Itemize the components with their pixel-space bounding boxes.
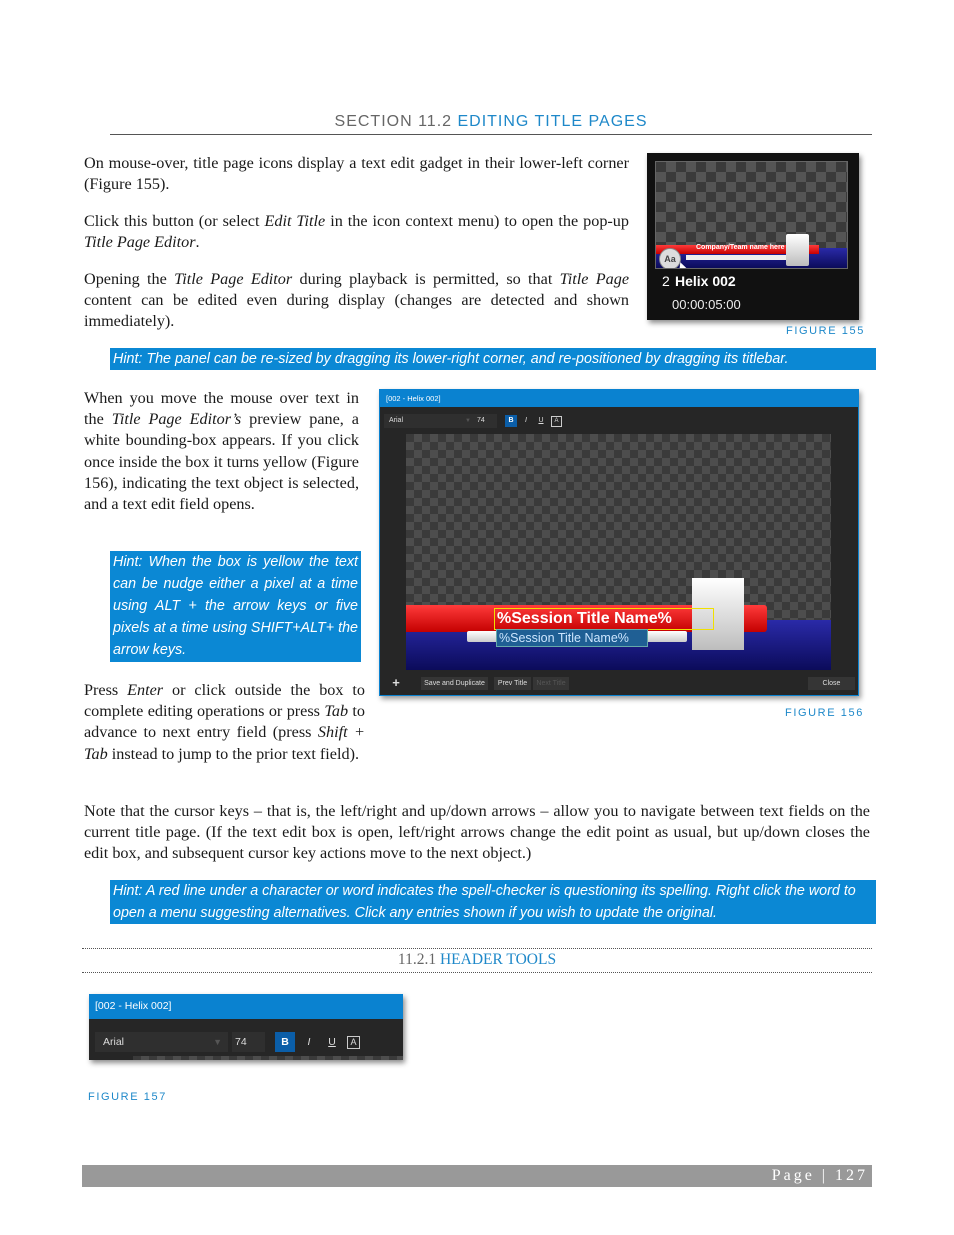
emphasis: Title Page Editor	[84, 233, 196, 252]
font-size-field[interactable]: 74	[232, 1032, 265, 1052]
underline-button[interactable]: U	[535, 415, 547, 427]
paragraph-bounding-box: When you move the mouse over text in the…	[84, 388, 359, 515]
subsection-number: 11.2.1	[397, 951, 437, 968]
hint-resize: Hint: The panel can be re-sized by dragg…	[110, 348, 876, 370]
chevron-down-icon: ▼	[213, 1037, 222, 1047]
font-value: Arial	[389, 417, 404, 424]
header-toolbar: Arial ▼ 74 B I U A	[380, 412, 858, 432]
text: .	[195, 233, 200, 252]
item-duration: 00:00:05:00	[672, 297, 741, 312]
lower-third-title: Company/Team name here	[696, 244, 785, 251]
page-footer: Page | 127	[82, 1165, 872, 1187]
window-titlebar[interactable]: [002 - Helix 002]	[380, 390, 858, 407]
font-size-field[interactable]: 74	[475, 414, 497, 428]
divider	[82, 948, 872, 949]
italic-button[interactable]: I	[299, 1032, 319, 1052]
emphasis: Title Page	[559, 270, 630, 288]
text: content can be edited even during displa…	[84, 291, 629, 331]
paragraph-playback: Opening the Title Page Editor during pla…	[84, 269, 629, 333]
hint-spell-checker: Hint: A red line under a character or wo…	[110, 880, 876, 924]
figure-157-header-tools[interactable]: [002 - Helix 002] Arial ▼ 74 B I U A	[89, 994, 403, 1060]
section-title: EDITING TITLE PAGES	[457, 113, 648, 130]
figure-156-caption: FIGURE 156	[785, 707, 864, 719]
divider	[82, 972, 872, 973]
paragraph-enter-tab: Press Enter or click outside the box to …	[84, 680, 365, 765]
emphasis: Edit Title	[264, 212, 326, 230]
text-edit-field[interactable]: %Session Title Name%	[496, 629, 648, 647]
logo-placeholder	[786, 234, 809, 266]
item-name: Helix 002	[675, 273, 736, 289]
outline-button[interactable]: A	[347, 1036, 360, 1049]
text: Press	[84, 681, 128, 699]
emphasis: Tab	[324, 702, 349, 721]
preview-pane[interactable]: %Session Title Name% %Session Title Name…	[406, 434, 831, 670]
figure-155-title-icon[interactable]: Company/Team name here Aa 2 Helix 002 00…	[647, 153, 859, 320]
section-number: SECTION 11.2	[334, 113, 453, 130]
text: Click this button (or select	[84, 212, 265, 230]
prev-title-button[interactable]: Prev Title	[494, 677, 531, 690]
paragraph-cursor-keys: Note that the cursor keys – that is, the…	[84, 802, 870, 863]
bold-button[interactable]: B	[505, 415, 517, 427]
close-button[interactable]: Close	[808, 677, 855, 690]
chevron-down-icon: ▼	[465, 418, 471, 424]
text: Opening the	[84, 270, 175, 288]
text: during playback is permitted, so that	[292, 270, 560, 288]
paragraph-text: On mouse-over, title page icons display …	[84, 154, 629, 194]
emphasis: Enter	[127, 681, 164, 699]
subsection-title: HEADER TOOLS	[439, 951, 557, 968]
italic-button[interactable]: I	[520, 415, 532, 427]
emphasis: Title Page Editor’s	[111, 410, 242, 429]
title-thumbnail[interactable]: Company/Team name here Aa	[655, 161, 848, 269]
figure-155-caption: FIGURE 155	[786, 325, 865, 337]
item-number: 2	[662, 273, 670, 289]
preview-pane-edge	[133, 1056, 403, 1060]
paragraph-edit-button: Click this button (or select Edit Title …	[84, 211, 629, 253]
hint-nudge: Hint: When the box is yellow the text ca…	[110, 551, 361, 662]
outline-button[interactable]: A	[551, 416, 562, 427]
save-and-duplicate-button[interactable]: Save and Duplicate	[421, 677, 488, 690]
page-number: Page | 127	[771, 1167, 868, 1184]
font-value: Arial	[103, 1036, 125, 1048]
subsection-heading: 11.2.1 HEADER TOOLS	[82, 951, 872, 969]
next-title-button: Next Title	[533, 677, 569, 690]
add-button[interactable]: +	[386, 676, 406, 690]
figure-157-caption: FIGURE 157	[88, 1091, 167, 1103]
text: in the icon context menu) to open the po…	[325, 212, 629, 230]
window-titlebar[interactable]: [002 - Helix 002]	[89, 994, 403, 1019]
figure-156-title-page-editor[interactable]: [002 - Helix 002] Arial ▼ 74 B I U A %Se…	[379, 389, 859, 696]
emphasis: Title Page Editor	[174, 270, 293, 288]
underline-button[interactable]: U	[322, 1032, 342, 1052]
text: instead to jump to the prior text field)…	[107, 744, 360, 763]
font-select[interactable]: Arial ▼	[384, 414, 475, 428]
paragraph-intro: On mouse-over, title page icons display …	[84, 153, 629, 195]
section-heading: SECTION 11.2 EDITING TITLE PAGES	[110, 113, 872, 135]
font-select[interactable]: Arial ▼	[95, 1032, 228, 1052]
selected-text-object[interactable]: %Session Title Name%	[494, 608, 714, 630]
bold-button[interactable]: B	[275, 1032, 295, 1052]
